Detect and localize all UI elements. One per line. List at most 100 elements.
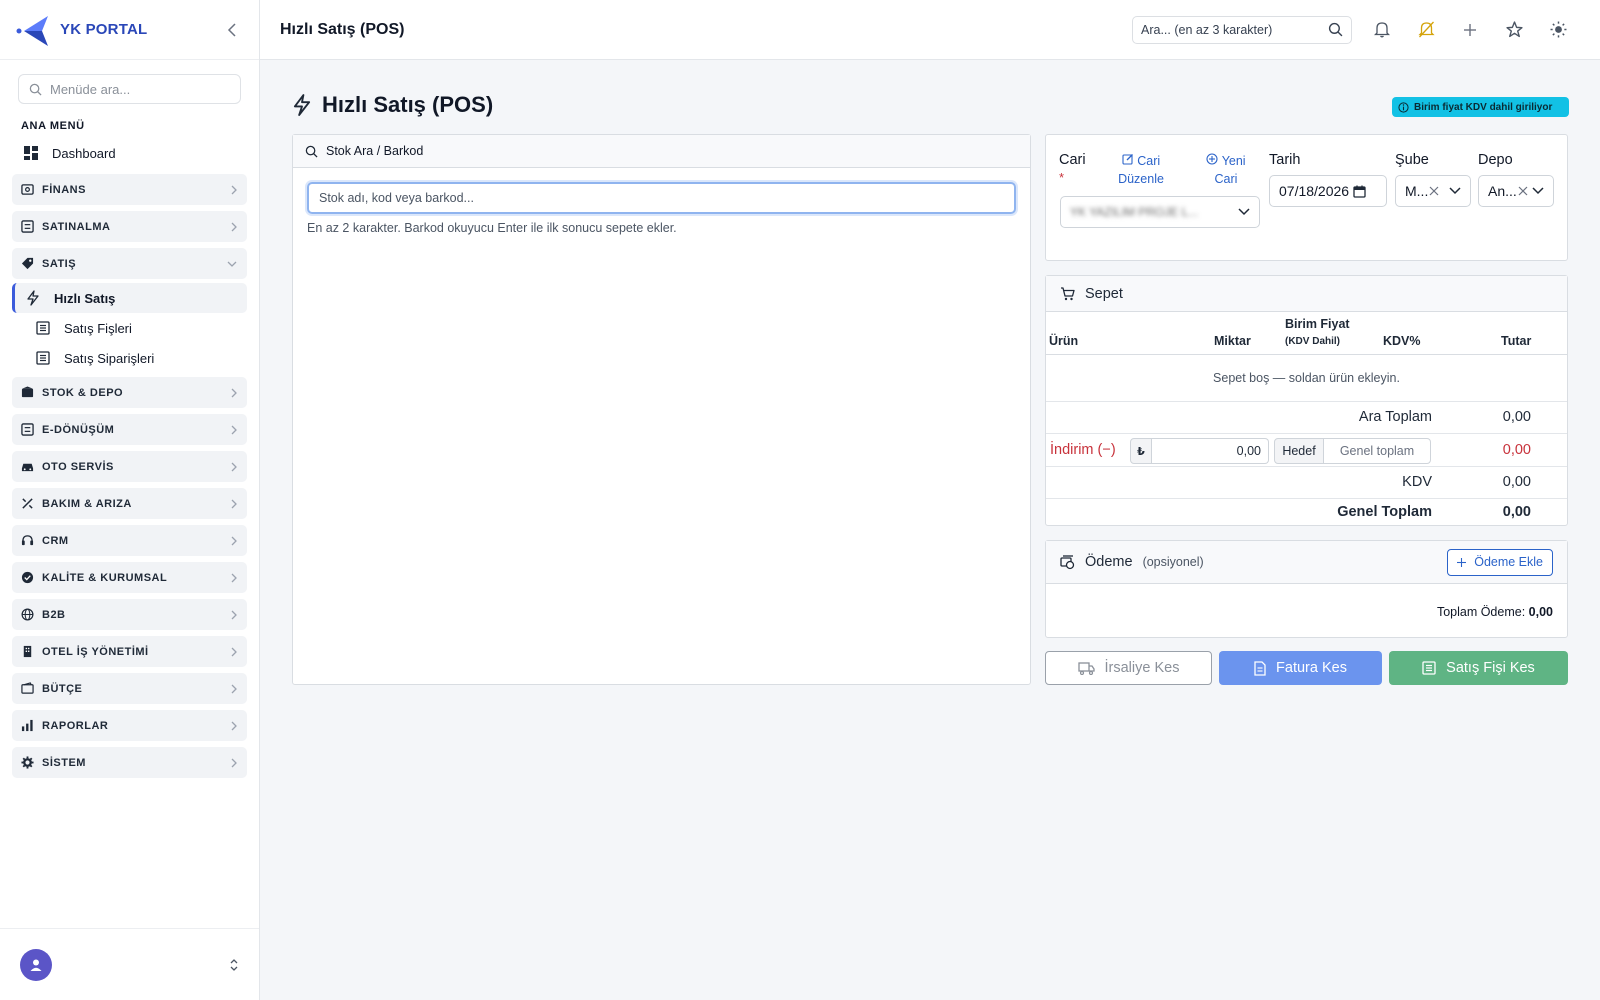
chevron-right-icon [231,536,237,545]
logo-row: YK PORTAL [0,0,259,60]
cari-edit-link[interactable]: Cari Düzenle [1112,152,1170,188]
sidebar-group-label: OTO SERVİS [42,460,114,473]
indirim-label: İndirim (−) [1050,442,1116,458]
sidebar-group-satis[interactable]: SATIŞ [12,248,247,279]
plus-icon [1464,23,1476,36]
sidebar-group-0[interactable]: STOK & DEPO [12,377,247,408]
add-button[interactable] [1448,23,1492,37]
search-icon [29,83,42,96]
sidebar-item-dashboard[interactable]: Dashboard [0,138,259,168]
sidebar-group-label: E-DÖNÜŞÜM [42,423,115,436]
sube-label: Şube [1395,152,1429,168]
clear-icon[interactable] [1429,186,1439,196]
sidebar-group-1[interactable]: E-DÖNÜŞÜM [12,414,247,445]
gear-icon [21,756,34,769]
clear-icon[interactable] [1518,186,1528,196]
favorites-button[interactable] [1492,21,1536,38]
collapse-sidebar-button[interactable] [221,19,243,41]
col-miktar: Miktar [1214,334,1251,348]
search-icon [305,145,318,158]
chevron-right-icon [231,647,237,656]
notifications-button[interactable] [1360,21,1404,38]
tarih-value: 07/18/2026 [1279,183,1350,199]
sidebar-item-hizli-satis[interactable]: Hızlı Satış [12,283,247,313]
sidebar-group-8[interactable]: BÜTÇE [12,673,247,704]
menu-search-input[interactable] [50,81,230,97]
sube-select[interactable]: M... [1395,175,1471,207]
avatar[interactable] [20,948,52,981]
tarih-input[interactable]: 07/18/2026 [1269,175,1387,207]
payment-header: Ödeme (opsiyonel) Ödeme Ekle [1046,541,1567,584]
sidebar-item-label: Hızlı Satış [54,290,116,306]
sidebar-item-satis-fisleri[interactable]: Satış Fişleri [12,313,247,343]
calendar-icon[interactable] [1353,185,1366,198]
payment-title: Ödeme [1085,554,1133,570]
chevron-right-icon [231,610,237,619]
logo-text: YK PORTAL [60,21,148,38]
menu-search-box [18,74,241,104]
receipt-icon [36,321,50,335]
cari-select[interactable]: YK YAZILIM PROJE L... [1060,196,1260,228]
sidebar-group-5[interactable]: KALİTE & KURUMSAL [12,562,247,593]
fatura-button[interactable]: Fatura Kes [1219,651,1382,685]
sun-icon [1550,21,1566,38]
sidebar-group-satinalma[interactable]: SATINALMA [12,211,247,242]
stock-search-input[interactable] [319,191,1004,205]
tools-icon [22,498,33,509]
indirim-input[interactable]: 0,00 [1152,438,1269,464]
edit-icon [1122,154,1133,165]
payment-icon [1060,554,1075,569]
alerts-off-button[interactable] [1404,21,1448,38]
depo-select[interactable]: An... [1478,175,1554,207]
tag-icon [21,257,34,270]
irsaliye-button[interactable]: İrsaliye Kes [1045,651,1212,685]
hedef-select[interactable]: Genel toplam [1323,438,1431,464]
sidebar-item-label: Dashboard [52,145,116,161]
add-payment-label: Ödeme Ekle [1474,555,1543,569]
stock-search-card: Stok Ara / Barkod En az 2 karakter. Bark… [292,134,1031,685]
sidebar-group-6[interactable]: B2B [12,599,247,630]
theme-toggle-button[interactable] [1536,21,1580,38]
stock-search-hint: En az 2 karakter. Barkod okuyucu Enter i… [307,221,677,235]
sidebar-group-10[interactable]: SİSTEM [12,747,247,778]
receipt-icon [1422,661,1436,675]
box-icon [21,386,34,398]
sidebar-group-2[interactable]: OTO SERVİS [12,451,247,482]
global-search-input[interactable] [1141,22,1321,37]
new-cari-label-2: Cari [1214,172,1238,186]
satis-fisi-button[interactable]: Satış Fişi Kes [1389,651,1568,685]
add-payment-button[interactable]: Ödeme Ekle [1447,548,1553,576]
sidebar-item-satis-siparisleri[interactable]: Satış Siparişleri [12,343,247,373]
payment-total-value: 0,00 [1528,605,1553,619]
sidebar-group-9[interactable]: RAPORLAR [12,710,247,741]
sidebar-group-3[interactable]: BAKIM & ARIZA [12,488,247,519]
chevron-up-down-icon[interactable] [229,958,239,972]
new-cari-link[interactable]: Yeni Cari [1204,152,1248,188]
stock-search-header: Stok Ara / Barkod [293,135,1030,168]
globe-icon [21,608,34,621]
indirim-value: 0,00 [1502,442,1531,458]
indirim-input-group: ₺ 0,00 [1130,438,1269,464]
bar-chart-icon [21,719,33,732]
wallet-icon [21,682,34,694]
lightning-icon [27,290,39,306]
sidebar-group-finans[interactable]: FİNANS [12,174,247,205]
search-icon[interactable] [1328,22,1343,37]
ara-toplam-value: 0,00 [1502,409,1531,425]
info-badge-text: Birim fiyat KDV dahil giriliyor [1414,101,1553,113]
page-title: Hızlı Satış (POS) [292,92,493,118]
col-urun: Ürün [1049,334,1079,348]
payment-card: Ödeme (opsiyonel) Ödeme Ekle Toplam Ödem… [1045,540,1568,638]
lightning-icon [293,94,311,116]
genel-toplam-label: Genel Toplam [1337,504,1432,520]
sidebar-group-4[interactable]: CRM [12,525,247,556]
sidebar-group-7[interactable]: OTEL İŞ YÖNETİMİ [12,636,247,667]
hedef-addon: Hedef [1274,438,1324,464]
irsaliye-label: İrsaliye Kes [1104,660,1180,676]
fatura-label: Fatura Kes [1276,660,1347,676]
sidebar-group-label: SATIŞ [42,257,77,270]
sidebar-group-label: RAPORLAR [42,719,109,732]
page-title-text: Hızlı Satış (POS) [322,92,494,117]
cari-label: Cari [1059,152,1086,168]
chevron-down-icon [227,261,237,267]
